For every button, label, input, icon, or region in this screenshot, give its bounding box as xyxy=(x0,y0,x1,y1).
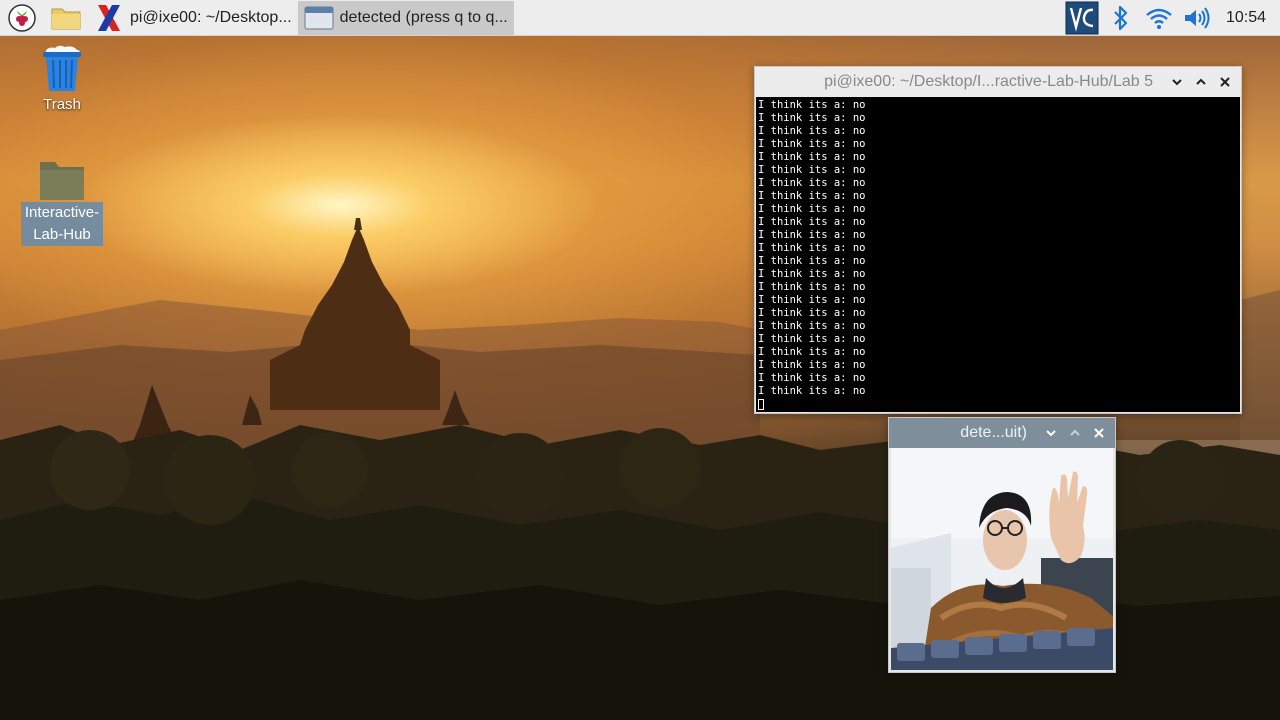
terminal-line: I think its a: no xyxy=(758,385,866,397)
chevron-up-icon xyxy=(1196,78,1206,85)
volume-button[interactable] xyxy=(1178,0,1216,36)
window-title: dete...uit) xyxy=(960,424,1027,441)
raspberry-icon xyxy=(8,3,36,32)
camera-window[interactable]: dete...uit) xyxy=(888,417,1116,673)
vnc-server-button[interactable] xyxy=(1062,0,1102,36)
terminal-x-icon xyxy=(98,4,120,31)
maximize-button[interactable] xyxy=(1063,421,1087,445)
taskbar-task-label: detected (press q to q... xyxy=(339,8,508,26)
window-title: pi@ixe00: ~/Desktop/I...ractive-Lab-Hub/… xyxy=(824,73,1153,90)
terminal-line: I think its a: no xyxy=(758,346,866,358)
minimize-button[interactable] xyxy=(1039,421,1063,445)
terminal-line: I think its a: no xyxy=(758,242,866,254)
desktop-icon-trash[interactable]: Trash xyxy=(28,44,96,116)
trash-icon xyxy=(43,45,81,91)
terminal-prompt-line xyxy=(758,398,1238,411)
camera-feed xyxy=(891,448,1113,670)
terminal-line: I think its a: no xyxy=(758,151,866,163)
terminal-output[interactable]: I think its a: no I think its a: no I thin… xyxy=(756,97,1240,412)
file-manager-launcher[interactable] xyxy=(44,0,88,36)
terminal-lines: I think its a: no I think its a: no I thin… xyxy=(758,99,1238,398)
bluetooth-button[interactable] xyxy=(1102,0,1140,36)
terminal-line: I think its a: no xyxy=(758,372,866,384)
close-button[interactable] xyxy=(1087,421,1111,445)
terminal-line: I think its a: no xyxy=(758,281,866,293)
terminal-line: I think its a: no xyxy=(758,125,866,137)
wifi-icon xyxy=(1146,8,1172,29)
terminal-line: I think its a: no xyxy=(758,177,866,189)
folder-icon xyxy=(40,162,84,200)
system-tray: 10:54 xyxy=(1062,0,1280,36)
vnc-icon xyxy=(1065,1,1099,35)
camera-frame-image xyxy=(891,448,1113,670)
terminal-line: I think its a: no xyxy=(758,320,866,332)
terminal-line: I think its a: no xyxy=(758,307,866,319)
terminal-line: I think its a: no xyxy=(758,359,866,371)
minimize-button[interactable] xyxy=(1165,70,1189,94)
folder-icon xyxy=(51,8,81,29)
desktop-icon-label: Trash xyxy=(43,96,81,113)
raspberry-menu-button[interactable] xyxy=(0,0,44,36)
maximize-button[interactable] xyxy=(1189,70,1213,94)
chevron-down-icon xyxy=(1046,430,1056,437)
bluetooth-icon xyxy=(1114,5,1128,31)
close-button[interactable] xyxy=(1213,70,1237,94)
terminal-cursor xyxy=(758,399,764,410)
close-icon xyxy=(1094,428,1104,438)
chevron-down-icon xyxy=(1172,79,1182,86)
terminal-line: I think its a: no xyxy=(758,216,866,228)
close-icon xyxy=(1220,77,1230,87)
terminal-line: I think its a: no xyxy=(758,229,866,241)
terminal-line: I think its a: no xyxy=(758,203,866,215)
terminal-line: I think its a: no xyxy=(758,112,866,124)
wifi-button[interactable] xyxy=(1140,0,1178,36)
desktop-icon-folder[interactable]: Interactive-Lab-Hub xyxy=(21,156,103,246)
taskbar-task-terminal[interactable]: pi@ixe00: ~/Desktop... xyxy=(88,1,298,35)
terminal-line: I think its a: no xyxy=(758,99,866,111)
terminal-line: I think its a: no xyxy=(758,138,866,150)
camera-titlebar[interactable]: dete...uit) xyxy=(889,418,1115,448)
taskbar-task-label: pi@ixe00: ~/Desktop... xyxy=(130,8,292,26)
terminal-line: I think its a: no xyxy=(758,190,866,202)
terminal-line: I think its a: no xyxy=(758,294,866,306)
terminal-line: I think its a: no xyxy=(758,268,866,280)
terminal-line: I think its a: no xyxy=(758,164,866,176)
terminal-titlebar[interactable]: pi@ixe00: ~/Desktop/I...ractive-Lab-Hub/… xyxy=(755,67,1241,97)
taskbar: pi@ixe00: ~/Desktop... detected (press q… xyxy=(0,0,1280,36)
window-icon xyxy=(304,5,334,30)
terminal-window[interactable]: pi@ixe00: ~/Desktop/I...ractive-Lab-Hub/… xyxy=(754,66,1242,414)
taskbar-task-detected[interactable]: detected (press q to q... xyxy=(297,0,514,35)
chevron-up-icon xyxy=(1070,429,1080,436)
terminal-line: I think its a: no xyxy=(758,333,866,345)
clock[interactable]: 10:54 xyxy=(1216,0,1280,36)
terminal-line: I think its a: no xyxy=(758,255,866,267)
volume-icon xyxy=(1184,7,1210,29)
desktop-icon-label: Interactive-Lab-Hub xyxy=(21,202,103,246)
